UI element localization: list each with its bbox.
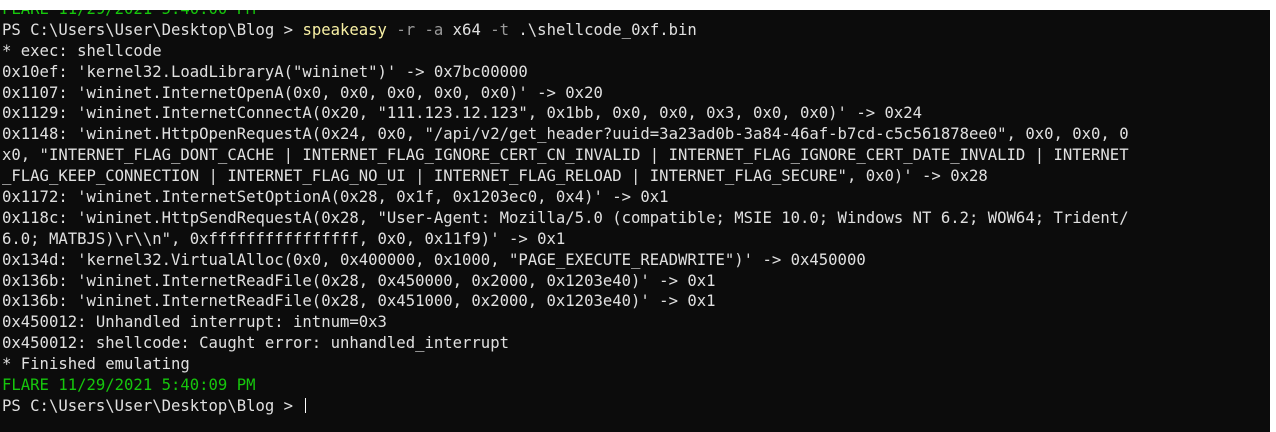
output-line: 0x1107: 'wininet.InternetOpenA(0x0, 0x0,… bbox=[2, 83, 603, 102]
output-line: 0x136b: 'wininet.InternetReadFile(0x28, … bbox=[2, 292, 716, 311]
arg-flag: -t bbox=[490, 20, 510, 39]
output-line: _FLAG_KEEP_CONNECTION | INTERNET_FLAG_NO… bbox=[2, 167, 988, 186]
terminal-window[interactable]: FLARE 11/29/2021 5:40:00 PM PS C:\Users\… bbox=[0, 0, 1276, 432]
output-line: 0x134d: 'kernel32.VirtualAlloc(0x0, 0x40… bbox=[2, 250, 866, 269]
output-line: 0x450012: shellcode: Caught error: unhan… bbox=[2, 334, 509, 353]
arg-flag: -a bbox=[424, 20, 444, 39]
output-line: * Finished emulating bbox=[2, 355, 190, 374]
command-program: speakeasy bbox=[302, 20, 387, 39]
output-line: 0x136b: 'wininet.InternetReadFile(0x28, … bbox=[2, 271, 716, 290]
flare-banner-bottom: FLARE 11/29/2021 5:40:09 PM bbox=[2, 376, 256, 395]
flare-banner-top: FLARE 11/29/2021 5:40:00 PM bbox=[2, 0, 256, 18]
arg-flag: -r bbox=[396, 20, 416, 39]
output-line: 0x1129: 'wininet.InternetConnectA(0x20, … bbox=[2, 104, 923, 123]
arg-value: x64 bbox=[452, 20, 481, 39]
arg-value: .\shellcode_0xf.bin bbox=[518, 20, 697, 39]
output-line: 0x1148: 'wininet.HttpOpenRequestA(0x24, … bbox=[2, 125, 1129, 144]
output-line: 6.0; MATBJS)\r\\n", 0xffffffffffffffff, … bbox=[2, 229, 566, 248]
text-cursor bbox=[305, 397, 307, 413]
output-line: 0x1172: 'wininet.InternetSetOptionA(0x28… bbox=[2, 188, 669, 207]
output-line: x0, "INTERNET_FLAG_DONT_CACHE | INTERNET… bbox=[2, 146, 1129, 165]
output-line: 0x118c: 'wininet.HttpSendRequestA(0x28, … bbox=[2, 208, 1129, 227]
prompt: PS C:\Users\User\Desktop\Blog > bbox=[2, 396, 303, 415]
prompt: PS C:\Users\User\Desktop\Blog > bbox=[2, 20, 303, 39]
output-line: 0x10ef: 'kernel32.LoadLibraryA("wininet"… bbox=[2, 62, 528, 81]
output-line: * exec: shellcode bbox=[2, 41, 162, 60]
output-line: 0x450012: Unhandled interrupt: intnum=0x… bbox=[2, 313, 387, 332]
terminal-output: FLARE 11/29/2021 5:40:00 PM PS C:\Users\… bbox=[2, 0, 1266, 417]
command-line: PS C:\Users\User\Desktop\Blog > speakeas… bbox=[2, 20, 1266, 41]
input-line[interactable]: PS C:\Users\User\Desktop\Blog > bbox=[2, 396, 1266, 417]
